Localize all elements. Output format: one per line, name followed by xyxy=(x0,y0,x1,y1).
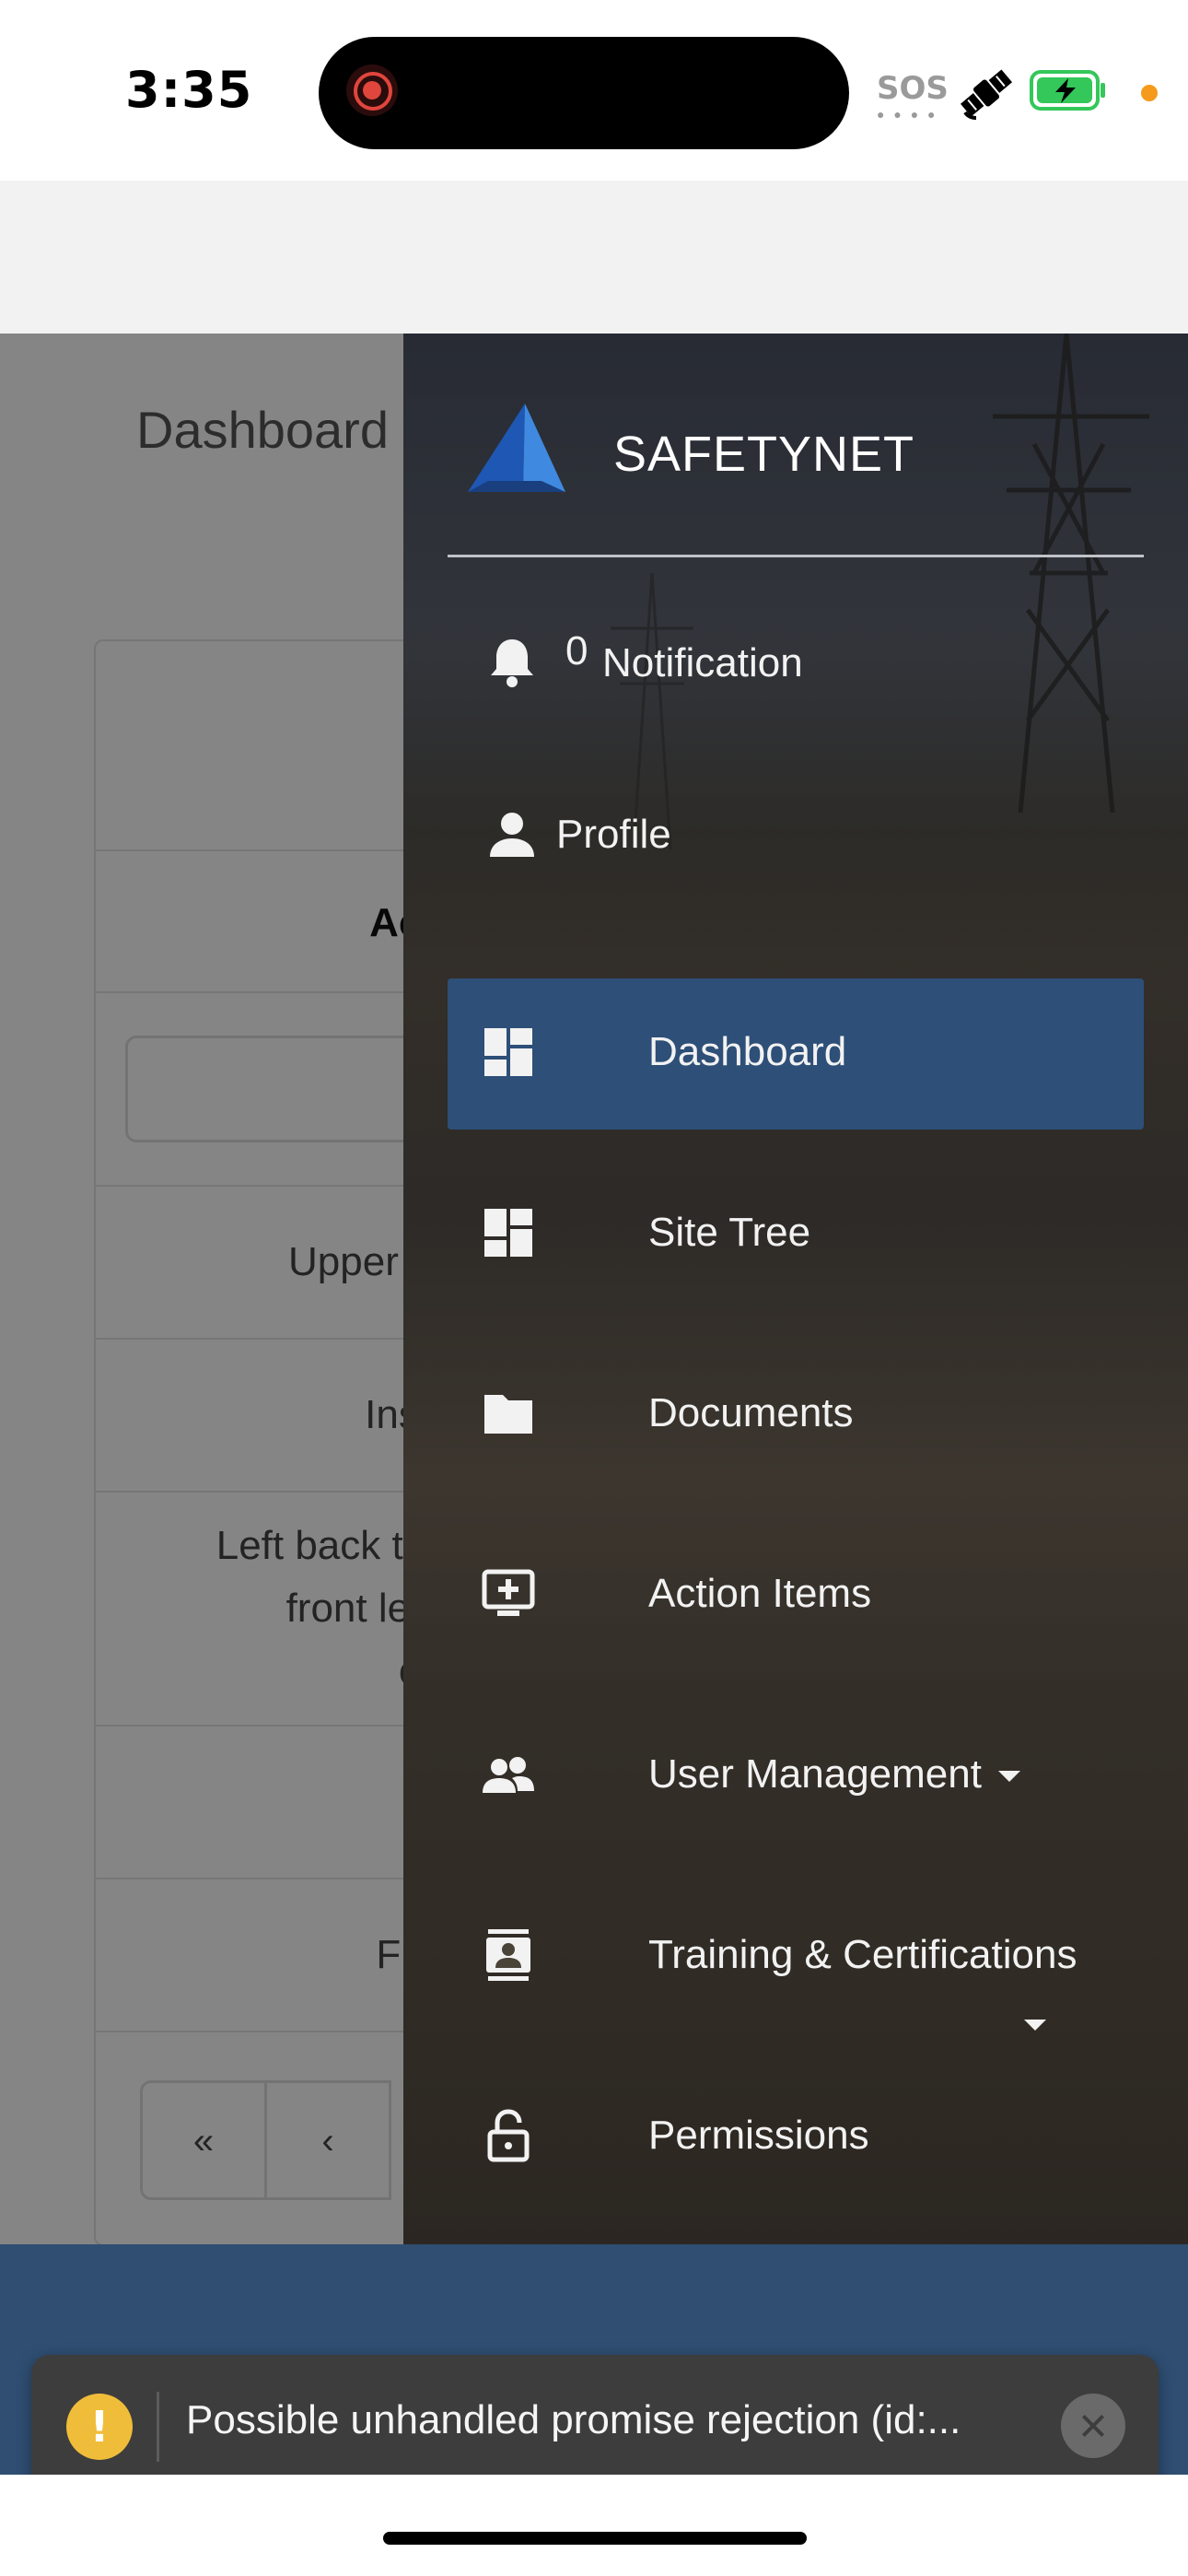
status-bar: 3:35 SOS ● ● ● ● xyxy=(0,0,1188,181)
folder-icon xyxy=(484,1395,532,1434)
nav-label-site-tree: Site Tree xyxy=(648,1210,811,1255)
sos-indicator: SOS xyxy=(877,70,949,107)
signal-dots: ● ● ● ● xyxy=(877,107,938,122)
nav-label-dashboard: Dashboard xyxy=(648,1029,847,1074)
nav-item-dashboard[interactable]: Dashboard xyxy=(448,978,1144,1130)
satellite-icon xyxy=(960,69,1013,120)
privacy-indicator-dot xyxy=(1141,85,1158,101)
brand-name: SAFETYNET xyxy=(613,427,915,482)
close-icon[interactable] xyxy=(1061,2394,1125,2458)
group-icon xyxy=(483,1757,534,1793)
warning-icon: ! xyxy=(66,2394,133,2460)
bell-icon xyxy=(491,639,533,687)
profile-label: Profile xyxy=(556,812,671,857)
nav-label-training-certifications: Training & Certifications xyxy=(648,1932,1077,1977)
home-indicator-area xyxy=(0,2475,1188,2576)
nav-item-permissions[interactable]: Permissions xyxy=(448,2062,1144,2213)
battery-charging-icon xyxy=(1030,70,1105,111)
person-icon xyxy=(490,813,534,857)
notification-label: Notification xyxy=(602,640,803,685)
nav-label-documents: Documents xyxy=(648,1390,854,1435)
screen-recording-icon xyxy=(346,64,398,116)
toast-message: Possible unhandled promise rejection (id… xyxy=(186,2397,961,2442)
nav-item-site-tree[interactable]: Site Tree xyxy=(448,1159,1144,1310)
notification-item[interactable]: 0 Notification xyxy=(448,599,1144,750)
nav-item-documents[interactable]: Documents xyxy=(448,1340,1144,1491)
notification-count: 0 xyxy=(565,628,588,673)
nav-label-user-management: User Management xyxy=(648,1747,1020,1802)
nav-label-action-items: Action Items xyxy=(648,1571,872,1616)
chevron-down-icon[interactable] xyxy=(1024,2020,1046,2031)
side-drawer: SAFETYNET 0 Notification Profile Dashboa… xyxy=(403,334,1188,2244)
dynamic-island xyxy=(319,37,849,149)
app-header xyxy=(0,181,1188,334)
user-management-text: User Management xyxy=(648,1751,982,1797)
nav-label-permissions: Permissions xyxy=(648,2113,869,2158)
toast-separator xyxy=(157,2392,159,2462)
chevron-down-icon xyxy=(997,1771,1020,1783)
dashboard-icon xyxy=(484,1209,532,1257)
home-indicator[interactable] xyxy=(383,2532,807,2545)
add-to-screen-icon xyxy=(482,1569,535,1616)
safetynet-logo xyxy=(468,404,565,492)
nav-item-user-management[interactable]: User Management xyxy=(448,1701,1144,1852)
nav-item-action-items[interactable]: Action Items xyxy=(448,1520,1144,1671)
badge-icon xyxy=(486,1929,530,1981)
nav-item-training-certifications[interactable]: Training & Certifications xyxy=(448,1881,1144,2032)
drawer-divider xyxy=(448,555,1144,557)
clock: 3:35 xyxy=(125,61,253,119)
profile-item[interactable]: Profile xyxy=(448,770,1144,921)
lock-open-icon xyxy=(487,2109,530,2162)
dashboard-icon xyxy=(484,1028,532,1076)
